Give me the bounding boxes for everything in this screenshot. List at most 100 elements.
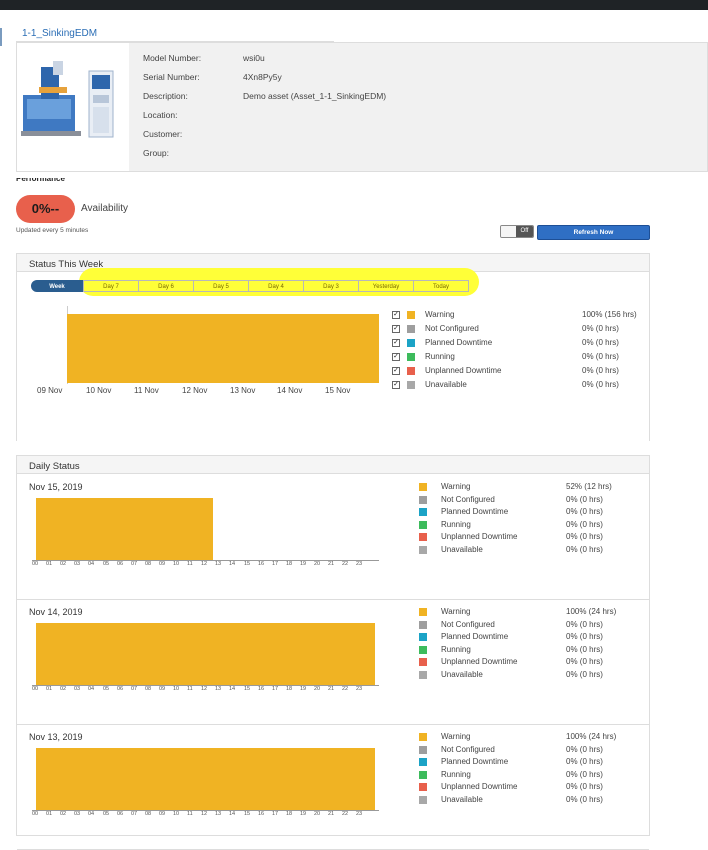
legend-value: 0% (0 hrs) [566,519,603,529]
hour-tick: 09 [159,561,166,567]
hour-tick: 00 [32,686,39,692]
swatch-running [407,353,415,361]
legend-name: Unavailable [441,794,483,804]
hour-tick: 03 [74,686,81,692]
tab-today[interactable]: Today [413,280,469,292]
hour-tick: 07 [131,811,138,817]
legend-swatch [419,670,427,679]
legend-swatch [419,633,427,641]
hour-axis: 00 01 02 03 04 05 06 07 08 09 10 11 12 13 14 15 16 17 18 19… [32,560,379,569]
legend-checkbox[interactable]: ✓ [392,339,400,347]
legend-name: Not Configured [441,494,495,504]
legend-checkbox[interactable]: ✓ [392,325,400,333]
day-date: Nov 14, 2019 [29,607,83,617]
legend-value: 0% (0 hrs) [566,744,603,754]
tab-week[interactable]: Week [31,280,83,292]
legend-swatch [419,795,427,804]
legend-name: Not Configured [441,744,495,754]
hour-tick: 14 [229,686,236,692]
tab-day-3[interactable]: Day 3 [303,280,359,292]
legend-swatch [419,483,427,491]
hour-tick: 21 [328,811,335,817]
hour-tick: 14 [229,561,236,567]
legend-value: 0% (0 hrs) [566,532,603,541]
legend-name: Planned Downtime [441,507,509,516]
legend-value: 0% (0 hrs) [566,757,603,766]
hour-tick: 11 [187,561,193,567]
hour-tick: 20 [314,686,321,692]
hour-tick: 22 [342,811,349,817]
tab-day-4[interactable]: Day 4 [248,280,304,292]
legend-swatch [419,545,427,554]
hour-tick: 10 [173,686,180,692]
tab-yesterday[interactable]: Yesterday [358,280,414,292]
legend-value: 0% (0 hrs) [566,657,603,666]
hour-tick: 10 [173,561,180,567]
legend-checkbox[interactable]: ✓ [392,311,400,319]
hour-tick: 09 [159,811,166,817]
legend-checkbox[interactable]: ✓ [392,353,400,361]
swatch-warning [407,311,415,319]
swatch-not-configured [407,325,415,333]
hour-tick: 19 [300,686,307,692]
hour-tick: 00 [32,561,39,567]
day-date: Nov 13, 2019 [29,732,83,742]
legend-checkbox[interactable]: ✓ [392,367,400,375]
legend-name: Not Configured [441,619,495,629]
hour-tick: 16 [258,811,265,817]
hour-tick: 14 [229,811,236,817]
hour-tick: 09 [159,686,166,692]
tab-day-7[interactable]: Day 7 [83,280,139,292]
legend-name: Unplanned Downtime [425,366,502,375]
legend-value: 100% (24 hrs) [566,607,617,616]
legend-swatch [419,733,427,741]
legend-value: 0% (0 hrs) [566,632,603,641]
legend-name: Running [425,352,455,361]
legend-value: 0% (0 hrs) [582,338,619,347]
legend-name: Warning [441,607,471,616]
day-date: Nov 15, 2019 [29,482,83,492]
hour-tick: 01 [46,811,53,817]
legend-name: Unavailable [441,544,483,554]
hour-tick: 18 [286,811,293,817]
day-legend: Warning 100% (24 hrs) Not Configured 0% (0 … [419,607,639,687]
legend-value: 0% (0 hrs) [566,544,603,554]
legend-value: 0% (0 hrs) [582,352,619,361]
x-tick: 15 Nov [325,386,351,395]
auto-refresh-toggle[interactable]: Off [500,225,534,238]
hour-tick: 08 [145,686,152,692]
hour-tick: 03 [74,811,81,817]
legend-name: Planned Downtime [425,338,493,347]
tab-day-5[interactable]: Day 5 [193,280,249,292]
asset-info-card: Model Number: wsi0u Serial Number: 4Xn8Py5… [16,42,708,172]
hour-tick: 23 [356,811,363,817]
hour-tick: 16 [258,561,265,567]
hour-tick: 01 [46,686,53,692]
hour-tick: 22 [342,561,349,567]
tab-day-6[interactable]: Day 6 [138,280,194,292]
legend-swatch [419,533,427,541]
warning-bar [36,623,375,686]
legend-value: 100% (156 hrs) [582,310,637,319]
hour-tick: 03 [74,561,81,567]
legend-swatch [419,620,427,629]
legend-name: Warning [425,310,455,319]
legend-swatch [419,745,427,754]
machine-image [17,43,129,171]
hour-tick: 13 [215,561,222,567]
refresh-now-button[interactable]: Refresh Now [537,225,650,240]
hour-tick: 01 [46,561,53,567]
legend-value: 0% (0 hrs) [582,380,619,389]
hour-tick: 11 [187,811,193,817]
legend-name: Running [441,644,471,654]
hour-tick: 05 [103,561,110,567]
hour-tick: 18 [286,561,293,567]
legend-name: Unplanned Downtime [441,657,518,666]
asset-title-link[interactable]: 1-1_SinkingEDM [16,16,334,42]
hour-tick: 17 [272,811,279,817]
hour-tick: 21 [328,686,335,692]
legend-swatch [419,658,427,666]
legend-swatch [419,520,427,529]
x-tick: 09 Nov [37,386,63,395]
legend-checkbox[interactable]: ✓ [392,381,400,389]
